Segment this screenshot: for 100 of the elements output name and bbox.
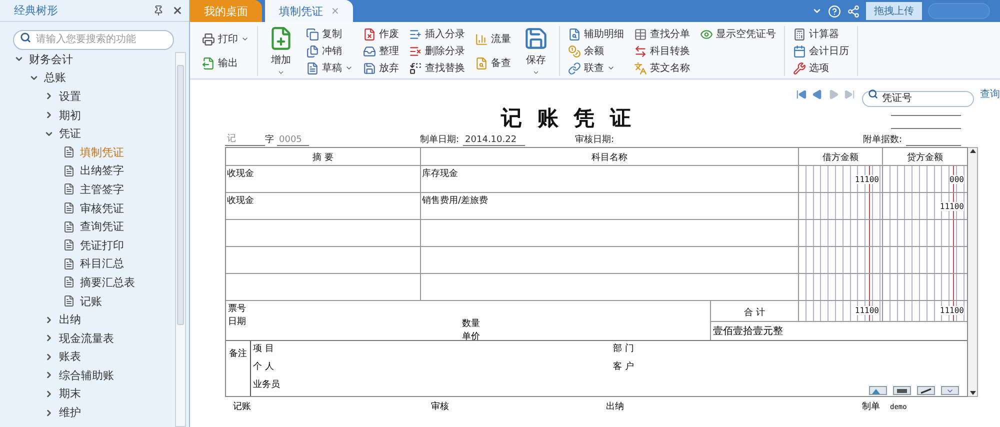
chevron-right-icon[interactable] xyxy=(44,408,54,418)
search-field[interactable]: 请输入您要搜索的功能 xyxy=(13,30,174,50)
tree-item[interactable]: 出纳签字 xyxy=(80,163,124,178)
toolbar-button[interactable]: 保存 xyxy=(519,26,553,76)
toolbar-button[interactable]: 选项 xyxy=(791,60,851,76)
tree-item[interactable]: 审核凭证 xyxy=(80,200,124,216)
query-link[interactable]: 查询 xyxy=(980,87,1000,101)
search-field[interactable]: 凭证号 xyxy=(862,90,974,106)
pin-icon[interactable] xyxy=(153,5,164,16)
document-icon xyxy=(63,220,75,233)
scrollbar[interactable] xyxy=(175,52,186,427)
arrow-up-icon[interactable] xyxy=(970,148,976,154)
tree-item[interactable]: 查询凭证 xyxy=(80,219,124,234)
tree-item[interactable]: 财务会计 xyxy=(29,52,73,67)
toolbar-button[interactable]: 删除分录 xyxy=(407,43,467,59)
chevron-right-icon[interactable] xyxy=(44,370,54,380)
table-cell[interactable]: 收现金 xyxy=(226,193,421,219)
toolbar-button[interactable]: 流量 xyxy=(473,31,513,47)
toolbar-button[interactable]: 复制 xyxy=(304,26,355,42)
toolbar-button[interactable]: 计算器 xyxy=(791,26,851,42)
chevron-right-icon[interactable] xyxy=(44,352,54,362)
field-label: 审核日期: xyxy=(575,134,614,146)
scrollbar[interactable] xyxy=(968,147,978,397)
help-icon[interactable] xyxy=(828,4,841,18)
field-label: 个 人 xyxy=(253,360,275,374)
toolbar-button[interactable]: 放弃 xyxy=(361,60,401,76)
arrow-down-icon[interactable] xyxy=(970,390,976,396)
toolbar-button[interactable]: 草稿 xyxy=(304,60,355,76)
chevron-right-icon[interactable] xyxy=(44,388,54,399)
chevron-right-icon[interactable] xyxy=(44,110,54,120)
date-field[interactable]: 2014.10.22 xyxy=(463,135,526,146)
caret-icon xyxy=(532,68,540,76)
document-icon xyxy=(63,146,75,158)
tree-item[interactable]: 凭证 xyxy=(59,126,81,142)
nav-button[interactable] xyxy=(795,88,808,100)
file-x-icon xyxy=(363,28,376,40)
table-cell[interactable]: 收现金 xyxy=(226,166,421,192)
expand-button[interactable] xyxy=(941,386,959,395)
field-label: 部 门 xyxy=(613,342,635,356)
column-header: 贷方金额 xyxy=(906,152,944,165)
tree-item[interactable]: 账表 xyxy=(59,349,81,364)
tree-item[interactable]: 科目汇总 xyxy=(80,256,124,272)
toolbar-button[interactable]: 联查 xyxy=(566,60,626,76)
link-icon xyxy=(568,62,581,74)
toolbar-button[interactable]: 整理 xyxy=(361,43,401,59)
eye-icon xyxy=(700,28,713,40)
chevron-right-icon[interactable] xyxy=(44,333,54,344)
tree-item[interactable]: 主管签字 xyxy=(80,182,124,197)
toolbar-button[interactable]: 余额 xyxy=(566,43,626,59)
table-cell[interactable]: 库存现金 xyxy=(421,166,799,192)
tree-item[interactable]: 现金流量表 xyxy=(59,330,114,346)
panel-title: 经典树形 xyxy=(14,3,59,18)
translate-icon xyxy=(634,62,647,74)
toolbar-button[interactable]: 打印 xyxy=(200,31,251,47)
tree-item[interactable]: 记账 xyxy=(80,294,102,309)
upload-button[interactable]: 拖拽上传 xyxy=(866,2,922,20)
chevron-right-icon[interactable] xyxy=(44,314,54,325)
tree-item[interactable]: 摘要汇总表 xyxy=(80,274,135,290)
toolbar-button[interactable]: 增加 xyxy=(264,26,298,76)
tree-item[interactable]: 凭证打印 xyxy=(80,238,124,253)
toolbar-button[interactable]: 显示空凭证号 xyxy=(698,26,778,42)
nav-button[interactable] xyxy=(811,88,824,100)
toolbar-button[interactable]: 辅助明细 xyxy=(566,26,626,42)
field-label: 业务员 xyxy=(253,378,281,392)
triangle-right-icon xyxy=(828,88,839,100)
image-button[interactable] xyxy=(893,386,911,395)
signature-label: 出纳 xyxy=(606,400,624,413)
document-icon xyxy=(63,202,75,214)
close-icon[interactable] xyxy=(172,5,183,16)
printer-icon xyxy=(202,32,215,46)
table-cell[interactable]: 销售费用/差旅费 xyxy=(421,193,799,219)
image-button[interactable] xyxy=(917,386,935,395)
caret-icon xyxy=(241,35,249,43)
field-label: 数量 xyxy=(462,318,481,330)
toolbar-button[interactable]: 查找分单 xyxy=(632,26,692,42)
tab[interactable]: 填制凭证 × xyxy=(265,0,354,22)
tree-item[interactable]: 总账 xyxy=(44,70,66,86)
toolbar-button[interactable]: 作废 xyxy=(361,26,401,42)
tree-item[interactable]: 设置 xyxy=(59,88,81,104)
toolbar-button[interactable]: 会计日历 xyxy=(791,43,851,59)
swap-icon xyxy=(634,44,647,58)
tree-item[interactable]: 出纳 xyxy=(59,312,81,328)
search-field[interactable] xyxy=(928,3,990,19)
signature-label: 审核 xyxy=(431,400,449,413)
toolbar-button[interactable]: 备查 xyxy=(473,55,513,71)
total-label: 合 计 xyxy=(711,301,799,321)
chevron-right-icon[interactable] xyxy=(44,91,54,102)
toolbar-button[interactable]: 英文名称 xyxy=(632,60,692,76)
toolbar-button[interactable]: 查找替换 xyxy=(407,60,467,76)
toolbar-button[interactable]: 输出 xyxy=(200,55,251,71)
toolbar-button[interactable]: 冲销 xyxy=(304,43,355,59)
tree-item[interactable]: 维护 xyxy=(59,405,81,420)
field-label: 单价 xyxy=(462,330,481,343)
tree-item[interactable]: 期末 xyxy=(59,386,81,402)
tree-item[interactable]: 综合辅助账 xyxy=(59,368,114,383)
toolbar-button[interactable]: 科目转换 xyxy=(632,43,692,59)
caret-icon[interactable] xyxy=(812,6,822,16)
tree-item[interactable]: 期初 xyxy=(59,108,81,123)
slash-icon xyxy=(920,388,932,394)
toolbar-button[interactable]: 插入分录 xyxy=(407,26,467,42)
